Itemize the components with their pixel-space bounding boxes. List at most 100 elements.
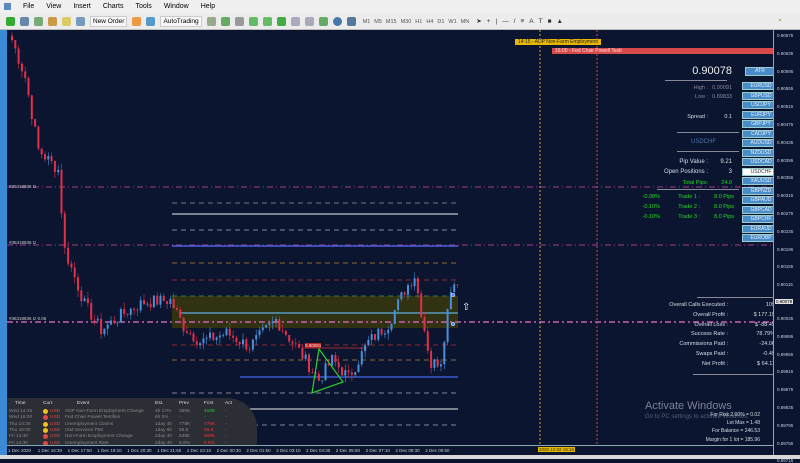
candle — [374, 334, 376, 340]
tile-icon[interactable] — [277, 17, 286, 26]
trade-label: Trade 2 : — [678, 204, 700, 210]
profiles-icon[interactable] — [20, 17, 29, 26]
zoom-out-icon[interactable] — [263, 17, 272, 26]
symbol-button-eurjpy[interactable]: EURJPY — [742, 111, 773, 119]
timeframe-m1[interactable]: M1 — [363, 19, 371, 25]
candle — [424, 317, 426, 331]
candle — [199, 343, 201, 345]
search-icon[interactable]: ⌕ — [778, 17, 782, 25]
clock-icon[interactable] — [333, 17, 342, 26]
timeframe-m5[interactable]: M5 — [374, 19, 382, 25]
symbol-button-audusd[interactable]: AUDUSD — [742, 139, 773, 147]
timeframe-h1[interactable]: H1 — [415, 19, 422, 25]
candle — [176, 308, 178, 310]
symbol-button-usdcad[interactable]: USDCAD — [742, 158, 773, 166]
scroll-icon[interactable] — [291, 17, 300, 26]
menu-charts[interactable]: Charts — [103, 3, 124, 10]
cursor-icon[interactable]: ➤ — [476, 17, 481, 25]
symbol-button-cadjpy[interactable]: CADJPY — [742, 130, 773, 138]
terminal-icon[interactable] — [76, 17, 85, 26]
time-axis[interactable]: 1 Dec 20201 Dec 16:301 Dec 17:501 Dec 19… — [7, 445, 773, 455]
atr-button[interactable]: ATR — [745, 67, 773, 76]
timeframe-m15[interactable]: M15 — [386, 19, 397, 25]
menu-help[interactable]: Help — [201, 3, 215, 10]
time-tick: 2 Dec 05:50 — [336, 448, 360, 453]
candle — [371, 334, 373, 340]
price-axis[interactable]: 0.906750.906350.905950.905550.905150.904… — [773, 30, 800, 455]
news-row[interactable]: Wed 16:00USDFed Chair Powell Testifies6h… — [7, 415, 247, 421]
symbol-button-usdchf[interactable]: USDCHF — [742, 168, 773, 176]
symbol-button-eurusd[interactable]: EURUSD — [742, 82, 773, 90]
candle — [259, 330, 261, 335]
candle — [252, 340, 254, 350]
symbol-button-gbpusd[interactable]: GBPUSD — [742, 92, 773, 100]
symbol-button-usdjpy[interactable]: USDJPY — [742, 101, 773, 109]
market-watch-icon[interactable] — [34, 17, 43, 26]
new-chart-icon[interactable] — [6, 17, 15, 26]
menu-window[interactable]: Window — [164, 3, 189, 10]
timeframe-m30[interactable]: M30 — [401, 19, 412, 25]
event-label-powell: 16:00 - Fed Chair Powell Testi — [552, 48, 773, 54]
symbol-button-xauusd[interactable]: XAUUSD — [742, 177, 773, 185]
news-event: Non-Farm Employment Change — [65, 434, 133, 439]
line-chart-icon[interactable] — [235, 17, 244, 26]
horizontal-line-icon[interactable]: — — [502, 18, 509, 25]
crosshair-icon[interactable]: + — [487, 18, 491, 25]
candle — [47, 156, 49, 159]
navigator-icon[interactable] — [48, 17, 57, 26]
rectangle-icon[interactable]: ■ — [548, 18, 552, 25]
signals-icon[interactable] — [146, 17, 155, 26]
vertical-line-icon[interactable]: | — [495, 18, 497, 25]
menu-insert[interactable]: Insert — [73, 3, 91, 10]
menu-tools[interactable]: Tools — [135, 3, 151, 10]
news-header: Act — [225, 401, 232, 406]
timeframe-mn[interactable]: MN — [461, 19, 470, 25]
menu-file[interactable]: File — [23, 3, 34, 10]
template-icon[interactable] — [347, 17, 356, 26]
candle — [100, 319, 102, 334]
candle — [146, 304, 148, 305]
candlestick-icon[interactable] — [221, 17, 230, 26]
arrow-icon[interactable]: ▲ — [557, 18, 563, 25]
chart-tabs[interactable] — [0, 455, 800, 459]
timeframe-d1[interactable]: D1 — [437, 19, 444, 25]
label-icon[interactable]: T — [539, 18, 543, 25]
text-icon[interactable]: A — [529, 18, 533, 25]
fibonacci-icon[interactable]: ≡ — [520, 18, 524, 25]
symbol-button-gbpcad[interactable]: GBPCAD — [742, 206, 773, 214]
symbol-button-nzdusd[interactable]: NZDUSD — [742, 149, 773, 157]
time-tick: 1 Dec 23:10 — [187, 448, 211, 453]
trade-panel: 0.90078ATRHigh :0.90091Low :0.89833Sprea… — [627, 60, 773, 445]
trendline-icon[interactable]: / — [514, 18, 516, 25]
symbol-button-gbpchf[interactable]: GBPCHF — [742, 215, 773, 223]
symbol-button-euraud[interactable]: EURAUD — [742, 225, 773, 233]
stat-label: Overall Loss : — [694, 322, 728, 328]
candle — [414, 278, 416, 286]
folder-icon[interactable] — [62, 17, 71, 26]
price-chart[interactable]: 14:15 - ADP Non-Farm Employment 16:00 - … — [7, 30, 773, 445]
news-row[interactable]: Wed 14:15USDADP Non-Farm Employment Chan… — [7, 409, 247, 415]
news-row[interactable]: Thu 14:30USDUnemployment Claims1day 4h77… — [7, 422, 247, 428]
price-tick: 0.89795 — [777, 423, 793, 428]
auto-trading-button[interactable]: AutoTrading — [160, 16, 201, 27]
candle — [255, 335, 257, 340]
timeframe-w1[interactable]: W1 — [448, 19, 456, 25]
metaeditor-icon[interactable] — [132, 17, 141, 26]
bar-chart-icon[interactable] — [207, 17, 216, 26]
news-row[interactable]: Thu 16:00USDISM Services PMI1day 6h56.65… — [7, 428, 247, 434]
symbol-button-gbpaud[interactable]: GBPAUD — [742, 196, 773, 204]
risk-line: For Balance = 246.53 — [712, 428, 760, 434]
up-arrow-icon: ⇧ — [462, 302, 470, 313]
symbol-button-eurobp[interactable]: EUROBP — [742, 234, 773, 242]
symbol-button-gbpjpy[interactable]: GBPJPY — [742, 120, 773, 128]
menu-view[interactable]: View — [46, 3, 61, 10]
zoom-in-icon[interactable] — [249, 17, 258, 26]
timeframe-h4[interactable]: H4 — [426, 19, 433, 25]
shift-icon[interactable] — [305, 17, 314, 26]
new-order-button[interactable]: New Order — [90, 16, 127, 27]
symbol-button-gbpnzd[interactable]: GBPNZD — [742, 187, 773, 195]
candle — [212, 333, 214, 340]
news-row[interactable]: Fri 14:30USDNon-Farm Employment Change2d… — [7, 434, 247, 440]
candle — [202, 339, 204, 344]
indicators-icon[interactable] — [319, 17, 328, 26]
